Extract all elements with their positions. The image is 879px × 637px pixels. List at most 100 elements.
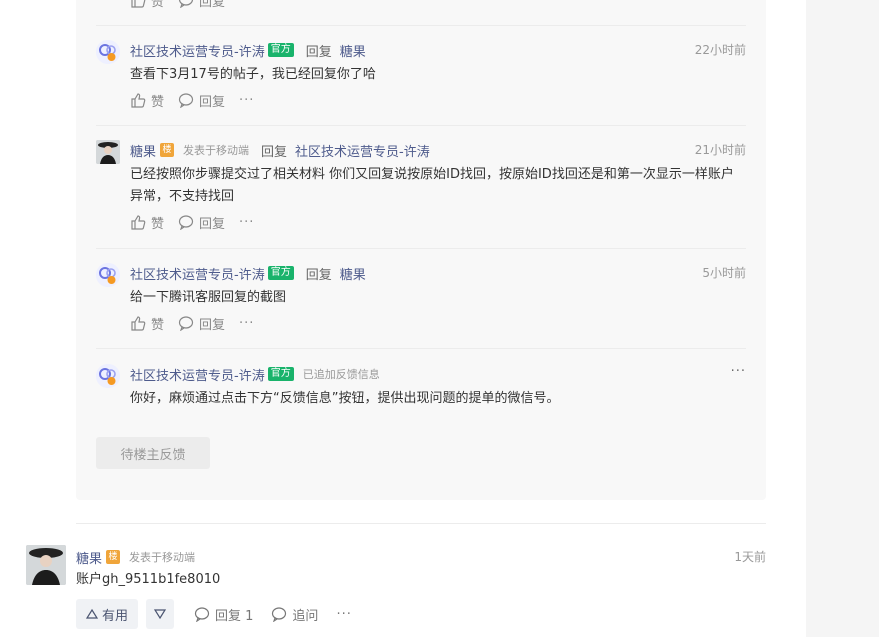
reply-target[interactable]: 糖果	[340, 41, 366, 60]
like-button[interactable]: 赞	[130, 213, 164, 232]
more-button[interactable]: ···	[239, 316, 254, 331]
reply-item: 糖果 楼 发表于移动端 回复 社区技术运营专员-许涛 21小时前 已经按照你步骤…	[96, 140, 746, 240]
reply-content: 已经按照你步骤提交过了相关材料 你们又回复说按原始ID找回，按原始ID找回还是和…	[130, 167, 734, 204]
right-sidebar	[806, 0, 879, 637]
reply-label: 回复	[199, 0, 226, 10]
user-photo-icon	[26, 545, 66, 585]
reply-count-label: 回复 1	[215, 608, 254, 624]
official-badge: 官方	[267, 43, 294, 57]
reply-meta: 社区技术运营专员-许涛 官方 回复 糖果	[130, 263, 366, 283]
reply-button[interactable]: 回复	[178, 0, 225, 10]
user-photo-icon	[96, 140, 120, 164]
triangle-up-icon	[86, 608, 98, 619]
avatar[interactable]	[96, 263, 120, 287]
author-name[interactable]: 社区技术运营专员-许涛	[130, 41, 265, 60]
op-badge: 楼	[106, 550, 121, 564]
more-button[interactable]: ···	[731, 364, 746, 379]
comment-content: 账户gh_9511b1fe8010	[76, 572, 221, 587]
reply-word: 回复	[305, 44, 332, 60]
triangle-down-icon	[154, 609, 167, 620]
device-label: 发表于移动端	[129, 551, 196, 564]
community-logo-icon	[96, 40, 120, 64]
reply-button[interactable]: 回复 1	[194, 605, 253, 624]
reply-target[interactable]: 社区技术运营专员-许涛	[295, 141, 430, 160]
reply-button[interactable]: 回复	[178, 314, 225, 333]
avatar[interactable]	[26, 545, 66, 585]
official-badge: 官方	[267, 266, 294, 280]
pending-feedback-button[interactable]: 待楼主反馈	[96, 437, 210, 469]
op-badge: 楼	[160, 143, 175, 157]
reply-content: 查看下3月17号的帖子，我已经回复你了哈	[130, 67, 376, 82]
avatar[interactable]	[96, 40, 120, 64]
reply-meta: 社区技术运营专员-许涛 官方 回复 糖果	[130, 40, 366, 60]
author-name[interactable]: 糖果	[76, 548, 102, 567]
reply-target[interactable]: 糖果	[340, 264, 366, 283]
avatar[interactable]	[96, 140, 120, 164]
author-name[interactable]: 糖果	[130, 141, 156, 160]
reply-label: 回复	[199, 94, 226, 110]
timestamp: 21小时前	[694, 143, 746, 157]
reply-item: 社区技术运营专员-许涛 官方 已追加反馈信息 ··· 你好，麻烦通过点击下方“反…	[96, 364, 746, 414]
more-button[interactable]: ···	[239, 215, 254, 230]
comment-icon	[178, 316, 194, 331]
divider	[96, 25, 746, 26]
more-button[interactable]: ···	[239, 0, 254, 8]
avatar[interactable]	[96, 364, 120, 388]
not-useful-button[interactable]	[146, 599, 175, 629]
community-logo-icon	[96, 263, 120, 287]
reply-content: 给一下腾讯客服回复的截图	[130, 290, 287, 305]
reply-content: 你好，麻烦通过点击下方“反馈信息”按钮，提供出现问题的提单的微信号。	[130, 391, 560, 406]
comment-meta: 糖果 楼 发表于移动端	[76, 547, 195, 567]
comment-icon	[194, 607, 210, 622]
more-button[interactable]: ···	[239, 93, 254, 108]
reply-button[interactable]: 回复	[178, 91, 225, 110]
useful-label: 有用	[102, 608, 129, 624]
reply-item: 社区技术运营专员-许涛 官方 回复 糖果 5小时前 给一下腾讯客服回复的截图 赞…	[96, 263, 746, 343]
reply-word: 回复	[261, 144, 288, 160]
thumbs-up-icon	[131, 93, 146, 108]
reply-actions: 赞 回复 ···	[130, 90, 254, 110]
timestamp: 5小时前	[702, 266, 746, 280]
author-name[interactable]: 社区技术运营专员-许涛	[130, 365, 265, 384]
reply-button[interactable]: 回复	[178, 213, 225, 232]
reply-meta: 糖果 楼 发表于移动端 回复 社区技术运营专员-许涛	[130, 140, 430, 160]
like-label: 赞	[151, 94, 165, 110]
comment-icon	[178, 93, 194, 108]
comment-icon	[272, 607, 287, 622]
thumbs-up-icon	[131, 0, 146, 8]
like-label: 赞	[151, 0, 165, 10]
reply-item: 社区技术运营专员-许涛 官方 回复 糖果 22小时前 查看下3月17号的帖子，我…	[96, 40, 746, 120]
reply-word: 回复	[305, 267, 332, 283]
reply-label: 回复	[199, 216, 226, 232]
more-button[interactable]: ···	[336, 607, 351, 622]
reply-label: 回复	[199, 317, 226, 333]
comment-icon	[178, 215, 194, 230]
thumbs-up-icon	[131, 215, 146, 230]
thumbs-up-icon	[131, 316, 146, 331]
device-label: 发表于移动端	[183, 144, 250, 157]
reply-meta: 社区技术运营专员-许涛 官方 已追加反馈信息	[130, 364, 380, 384]
like-label: 赞	[151, 317, 165, 333]
reply-actions-partial: 赞 回复 ···	[130, 0, 254, 10]
like-label: 赞	[151, 216, 165, 232]
community-logo-icon	[96, 364, 120, 388]
official-badge: 官方	[267, 367, 294, 381]
comment-actions: 有用 回复 1 追问 ···	[76, 599, 358, 629]
timestamp: 1天前	[734, 550, 766, 564]
comment-icon	[178, 0, 194, 8]
useful-button[interactable]: 有用	[76, 599, 139, 629]
divider	[96, 125, 746, 126]
like-button[interactable]: 赞	[130, 314, 164, 333]
like-button[interactable]: 赞	[130, 0, 164, 10]
reply-actions: 赞 回复 ···	[130, 313, 254, 333]
reply-actions: 赞 回复 ···	[130, 212, 254, 232]
like-button[interactable]: 赞	[130, 91, 164, 110]
ask-label: 追问	[292, 608, 319, 624]
status-label: 已追加反馈信息	[302, 368, 380, 381]
author-name[interactable]: 社区技术运营专员-许涛	[130, 264, 265, 283]
divider	[96, 348, 746, 349]
divider	[76, 523, 766, 524]
timestamp: 22小时前	[694, 43, 746, 57]
divider	[96, 248, 746, 249]
ask-button[interactable]: 追问	[271, 605, 318, 624]
